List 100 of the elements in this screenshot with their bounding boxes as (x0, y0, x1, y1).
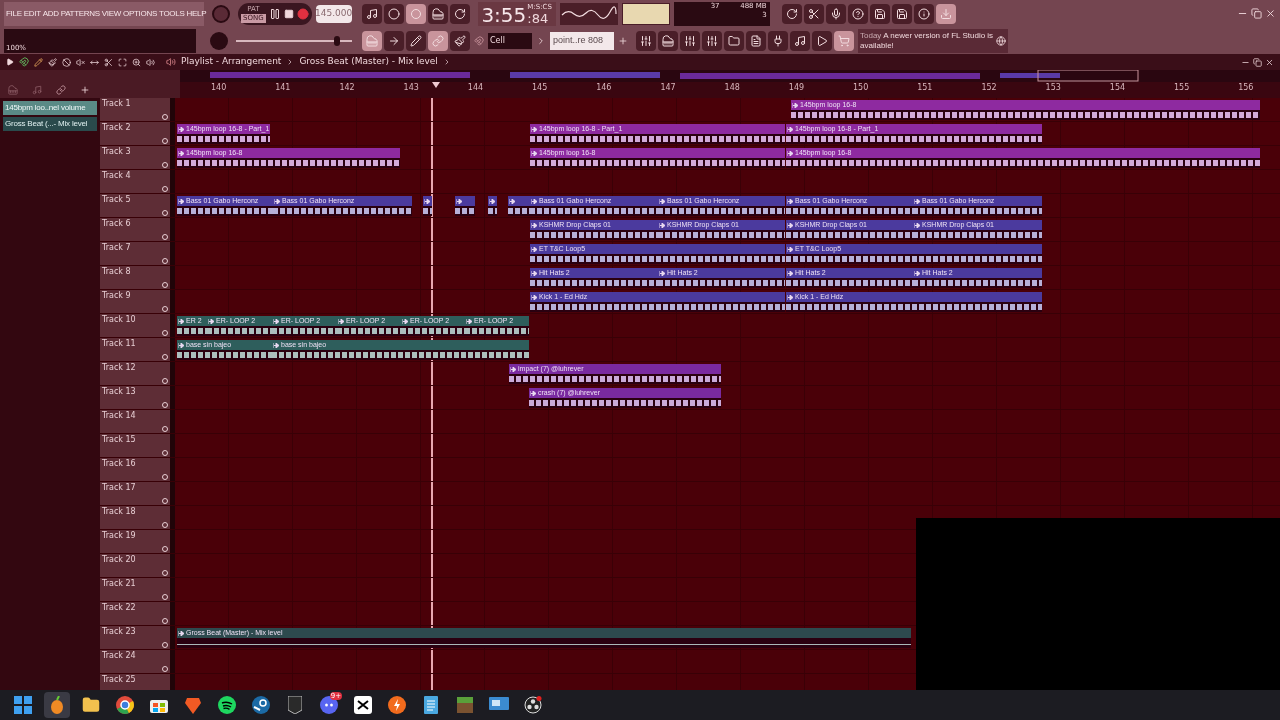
clip-icon (531, 222, 537, 228)
magnet-icon[interactable] (19, 57, 29, 67)
track-header[interactable]: Track 22 (100, 602, 175, 625)
track-header[interactable]: Track 13 (100, 386, 175, 409)
close-icon[interactable] (1265, 8, 1276, 19)
save-copy-button[interactable] (891, 3, 912, 24)
track-header[interactable]: Track 5 (100, 194, 175, 217)
undo-button[interactable] (781, 3, 802, 24)
tempo-display[interactable]: 145.000 (315, 4, 352, 23)
track-header[interactable]: Track 16 (100, 458, 175, 481)
restore-icon[interactable] (1253, 57, 1262, 67)
menu-item[interactable]: TOOLS (159, 8, 185, 19)
cut-button[interactable] (803, 3, 824, 24)
track-header[interactable]: Track 23 (100, 626, 175, 649)
loop-record-button[interactable] (449, 3, 470, 24)
menu-item[interactable]: OPTIONS (123, 8, 157, 19)
close-icon[interactable] (1265, 57, 1274, 67)
track-header[interactable]: Track 18 (100, 506, 175, 529)
metronome-button[interactable] (361, 3, 382, 24)
channel-rack-button[interactable] (680, 30, 700, 51)
delete-icon[interactable] (62, 57, 71, 67)
tempo-button[interactable] (790, 30, 810, 51)
snap-dropdown[interactable]: Cell (488, 32, 532, 49)
mute-icon[interactable] (76, 57, 85, 67)
sliders-button[interactable] (702, 30, 722, 51)
cart-button[interactable] (834, 30, 854, 51)
menu-item[interactable]: EDIT (23, 8, 41, 19)
audio-clip[interactable] (508, 196, 530, 216)
track-name: Track 2 (102, 123, 132, 133)
speaker-icon[interactable] (146, 57, 155, 67)
playlist-button[interactable] (362, 30, 382, 51)
menu-item[interactable]: VIEW (101, 8, 122, 19)
waveform-drawing (488, 208, 497, 214)
zoom-icon[interactable] (132, 57, 141, 67)
track-header[interactable]: Track 12 (100, 362, 175, 385)
track-header[interactable]: Track 6 (100, 218, 175, 241)
file-button[interactable] (746, 30, 766, 51)
track-header[interactable]: Track 21 (100, 578, 175, 601)
audio-clip[interactable] (488, 196, 497, 216)
play-icon[interactable] (6, 58, 14, 66)
master-volume-slider[interactable] (236, 35, 352, 46)
track-header[interactable]: Track 1 (100, 98, 175, 121)
browser-field[interactable]: point..re 808 (550, 31, 614, 50)
help-button[interactable] (847, 3, 868, 24)
mic-button[interactable] (825, 3, 846, 24)
track-name: Track 18 (102, 507, 137, 517)
news-panel[interactable]: Today A newer version of FL Studio is available! (858, 28, 1008, 53)
info-button[interactable] (913, 3, 934, 24)
track-header[interactable]: Track 11 (100, 338, 175, 361)
chevron-icon[interactable] (536, 35, 546, 46)
record-icon[interactable] (296, 7, 309, 20)
download-button[interactable] (935, 3, 956, 24)
wait-record-button[interactable] (383, 3, 404, 24)
pencil-icon[interactable] (34, 57, 43, 67)
track-header[interactable]: Track 20 (100, 554, 175, 577)
track-header[interactable]: Track 2 (100, 122, 175, 145)
track-header[interactable]: Track 15 (100, 434, 175, 457)
track-header[interactable]: Track 19 (100, 530, 175, 553)
track-header[interactable]: Track 9 (100, 290, 175, 313)
track-header[interactable]: Track 14 (100, 410, 175, 433)
breadcrumb-item[interactable]: Playlist - Arrangement (181, 55, 282, 69)
slider-thumb[interactable] (334, 35, 341, 46)
audio-clip[interactable] (455, 196, 475, 216)
pause-icon[interactable] (268, 7, 281, 20)
add-icon[interactable] (80, 85, 90, 95)
track-name: Track 22 (102, 603, 137, 613)
clip-icon (914, 198, 920, 204)
restore-icon[interactable] (1251, 8, 1262, 19)
picker-item[interactable]: 145bpm loo..nel volume (3, 101, 97, 115)
picker-item[interactable]: Gross Beat (...- Mix level (3, 117, 97, 131)
save-button[interactable] (869, 3, 890, 24)
breadcrumb-item[interactable]: Gross Beat (Master) - Mix level (299, 55, 438, 69)
stop-icon[interactable] (283, 8, 294, 19)
piano-roll-button[interactable] (658, 30, 678, 51)
mixer-button[interactable] (636, 30, 656, 51)
menu-item[interactable]: FILE (6, 8, 22, 19)
piano-roll-icon (662, 34, 674, 47)
menu-item[interactable]: PATTERNS (60, 8, 100, 19)
track-header[interactable]: Track 3 (100, 146, 175, 169)
track-header[interactable]: Track 24 (100, 650, 175, 673)
track-header[interactable]: Track 7 (100, 242, 175, 265)
shield-icon (288, 696, 302, 714)
plugin-button[interactable] (768, 30, 788, 51)
track-header[interactable]: Track 10 (100, 314, 175, 337)
brush-icon[interactable] (48, 57, 57, 67)
menu-item[interactable]: HELP (186, 8, 207, 19)
select-icon[interactable] (118, 57, 127, 67)
scissors-icon (354, 696, 372, 714)
track-header[interactable]: Track 17 (100, 482, 175, 505)
track-header[interactable]: Track 25 (100, 674, 175, 690)
arrow-button[interactable] (384, 30, 404, 51)
plus-icon[interactable] (618, 35, 628, 46)
track-header[interactable]: Track 8 (100, 266, 175, 289)
countdown-button[interactable] (405, 3, 426, 24)
slice-icon[interactable] (104, 57, 113, 67)
audio-clip[interactable] (423, 196, 432, 216)
track-header[interactable]: Track 4 (100, 170, 175, 193)
link-button[interactable] (428, 30, 448, 51)
browser-button[interactable] (724, 30, 744, 51)
menu-item[interactable]: ADD (42, 8, 59, 19)
